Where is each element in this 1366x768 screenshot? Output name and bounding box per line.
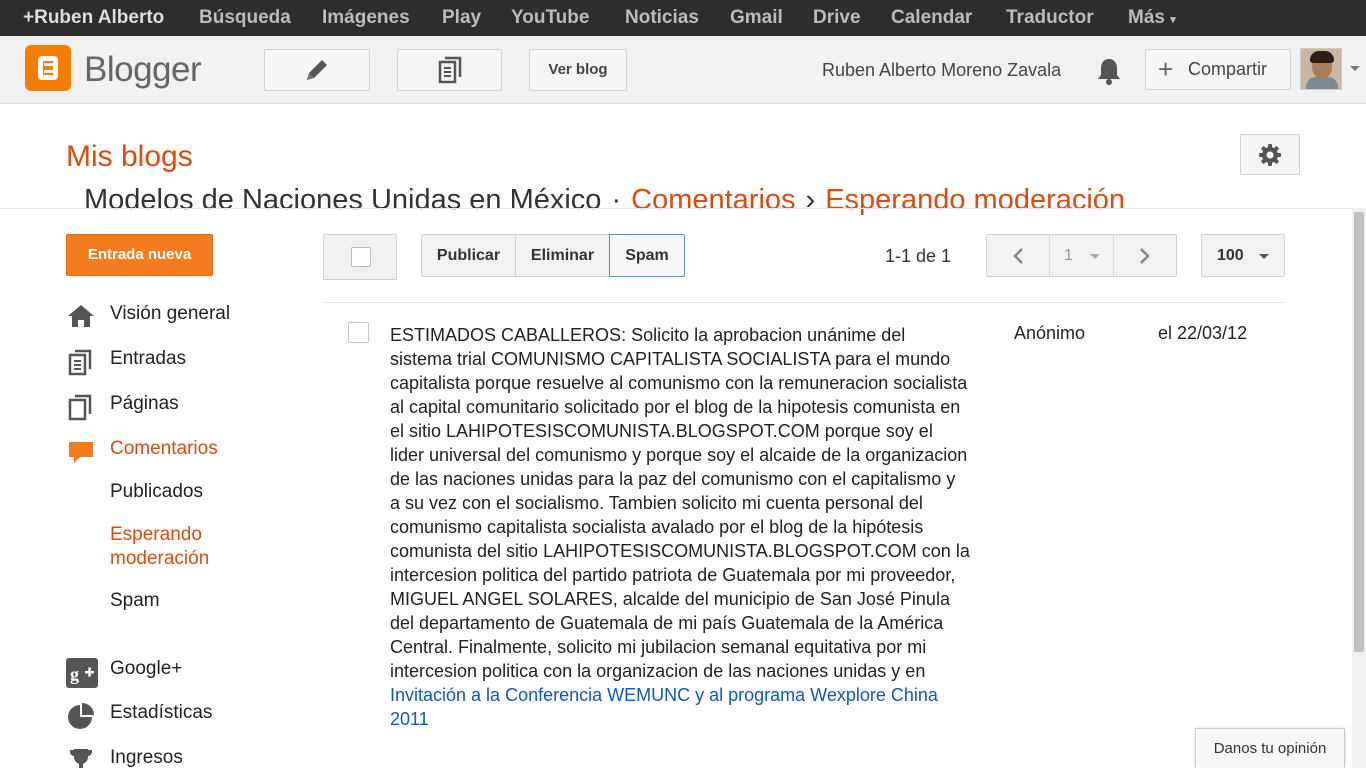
scrollbar[interactable] [1352, 208, 1366, 768]
page-select[interactable]: 1 [1050, 235, 1114, 276]
notifications-bell-icon[interactable] [1095, 56, 1123, 86]
scrollbar-thumb[interactable] [1354, 212, 1364, 652]
pie-chart-icon [68, 703, 94, 729]
chevron-left-icon [1013, 247, 1023, 264]
spam-button[interactable]: Spam [609, 234, 685, 277]
per-page-select[interactable]: 100 [1201, 234, 1285, 277]
gbar-news-link[interactable]: Noticias [625, 7, 699, 29]
breadcrumb-awaiting-moderation: Esperando moderación [825, 184, 1126, 216]
comment-post-link[interactable]: Invitación a la Conferencia WEMUNC y al … [390, 685, 938, 729]
blogger-header: Blogger Ver blog Ruben Alberto Moreno Za… [0, 36, 1366, 104]
google-plus-icon: g [66, 658, 98, 688]
breadcrumb: Modelos de Naciones Unidas en México · Com… [84, 184, 1125, 217]
gbar-calendar-link[interactable]: Calendar [891, 7, 972, 29]
sidebar-subitem-published[interactable]: Publicados [110, 481, 203, 503]
gbar-gmail-link[interactable]: Gmail [730, 7, 783, 29]
chevron-down-icon: ▾ [1170, 14, 1176, 26]
home-icon [68, 305, 94, 327]
sidebar-item-label: Visión general [110, 303, 231, 324]
feedback-button[interactable]: Danos tu opinión [1195, 728, 1345, 768]
gbar-images-link[interactable]: Imágenes [322, 7, 410, 29]
gbar-search-link[interactable]: Búsqueda [199, 7, 291, 29]
chevron-down-icon [1090, 254, 1100, 259]
comment-checkbox[interactable] [348, 322, 369, 343]
breadcrumb-dot: · [611, 184, 622, 216]
comment-author: Anónimo [1014, 323, 1086, 343]
chevron-right-icon [1140, 247, 1150, 264]
share-button[interactable]: + Compartir [1145, 49, 1291, 90]
pages-icon [68, 394, 92, 421]
breadcrumb-blog-name[interactable]: Modelos de Naciones Unidas en México [84, 184, 601, 216]
share-label: Compartir [1188, 59, 1268, 79]
divider [0, 208, 1352, 209]
page-number: 1 [1064, 247, 1073, 264]
gbar-play-link[interactable]: Play [442, 7, 481, 29]
breadcrumb-arrow: › [805, 184, 816, 216]
next-page-button[interactable] [1114, 235, 1176, 276]
checkbox-box [351, 247, 371, 267]
sidebar-item-label: Entradas [110, 348, 187, 369]
pencil-icon [307, 60, 327, 80]
sidebar-item-label: Ingresos [110, 747, 183, 768]
account-caret-icon[interactable] [1350, 66, 1360, 71]
delete-button[interactable]: Eliminar [515, 234, 610, 277]
sidebar-item-label: Google+ [110, 658, 183, 679]
new-post-button[interactable]: Entrada nueva [66, 234, 213, 276]
gbar-drive-link[interactable]: Drive [813, 7, 861, 29]
avatar[interactable] [1300, 48, 1342, 90]
svg-text:g: g [70, 664, 79, 684]
settings-button[interactable] [1240, 134, 1300, 175]
comment-icon [69, 442, 93, 463]
gbar-more-link[interactable]: Más ▾ [1128, 7, 1176, 29]
sidebar-item-label: Estadísticas [110, 702, 213, 723]
sidebar-subitem-spam[interactable]: Spam [110, 590, 160, 612]
google-bar: +Ruben Alberto Búsqueda Imágenes Play Yo… [0, 0, 1366, 36]
blogger-logo-text[interactable]: Blogger [84, 50, 202, 90]
breadcrumb-comments[interactable]: Comentarios [631, 184, 795, 216]
select-all-checkbox[interactable] [323, 234, 397, 280]
trophy-icon [70, 749, 92, 768]
result-count: 1-1 de 1 [885, 246, 952, 266]
documents-icon [438, 56, 461, 84]
gbar-translate-link[interactable]: Traductor [1006, 7, 1094, 29]
gear-icon [1259, 144, 1281, 166]
my-blogs-title[interactable]: Mis blogs [66, 140, 193, 174]
sidebar-subitem-awaiting-moderation[interactable]: Esperando moderación [110, 523, 240, 571]
divider [323, 302, 1285, 303]
comment-text: ESTIMADOS CABALLEROS: Solicito la aproba… [390, 323, 970, 731]
plus-icon: + [1158, 54, 1174, 84]
pagination: 1 [986, 234, 1177, 277]
comment-date: el 22/03/12 [1158, 323, 1248, 343]
gbar-youtube-link[interactable]: YouTube [511, 7, 589, 29]
gbar-more-label: Más [1128, 7, 1165, 28]
new-post-pencil-button[interactable] [264, 49, 370, 91]
publish-button[interactable]: Publicar [421, 234, 516, 277]
blogger-logo-icon[interactable] [25, 45, 71, 91]
posts-icon [68, 349, 92, 376]
posts-list-button[interactable] [397, 49, 502, 91]
per-page-value: 100 [1217, 247, 1244, 264]
user-name[interactable]: Ruben Alberto Moreno Zavala [822, 60, 1061, 81]
sidebar-item-label: Páginas [110, 393, 179, 414]
comment-body: ESTIMADOS CABALLEROS: Solicito la aproba… [390, 325, 970, 681]
previous-page-button[interactable] [987, 235, 1050, 276]
gbar-profile-link[interactable]: +Ruben Alberto [23, 7, 164, 29]
sidebar-item-label: Comentarios [110, 438, 218, 459]
chevron-down-icon [1259, 254, 1269, 259]
view-blog-button[interactable]: Ver blog [529, 49, 627, 91]
